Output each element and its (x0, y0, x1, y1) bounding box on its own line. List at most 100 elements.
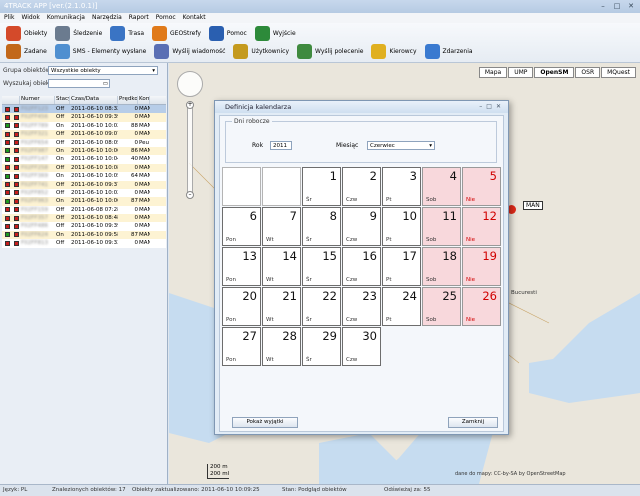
table-row[interactable]: F02FF159 Off 2011-06-08 07:28:11 0MAN (2, 205, 166, 215)
calendar-day[interactable]: 12 Nie (462, 207, 501, 246)
maximize-icon[interactable]: □ (611, 1, 623, 11)
toolbar-button[interactable]: Wyślij polecenie (293, 42, 367, 60)
table-row[interactable]: F02FF321 Off 2011-06-10 09:07:03 0MAN (2, 130, 166, 139)
table-row[interactable]: F02FF813 Off 2011-06-10 09:33:33 0MAN (2, 239, 166, 248)
minimize-icon[interactable]: – (597, 1, 609, 11)
calendar-day[interactable]: 1 Śr (302, 167, 341, 206)
group-select[interactable]: Wszystkie obiekty ▾ (48, 66, 158, 75)
day-name: Sob (426, 237, 437, 243)
calendar-day[interactable]: 25 Sob (422, 287, 461, 326)
table-row[interactable]: F02FF789 On 2011-06-10 10:02:21 88MAN (2, 121, 166, 131)
table-row[interactable]: F02FF963 On 2011-06-10 10:06:57 87MAN (2, 197, 166, 206)
calendar-day[interactable]: 4 Sob (422, 167, 461, 206)
map-tab[interactable]: UMP (508, 67, 534, 78)
map-tab[interactable]: OpenSM (534, 67, 575, 78)
calendar-day[interactable]: 22 Śr (302, 287, 341, 326)
toolbar-button[interactable]: Kierowcy (367, 42, 420, 60)
close-button[interactable]: Zamknij (448, 417, 498, 428)
show-exceptions-button[interactable]: Pokaż wyjątki (232, 417, 298, 428)
table-row[interactable]: F02FF369 On 2011-06-10 10:05:15 64MAN (2, 172, 166, 181)
calendar-day[interactable]: 14 Wt (262, 247, 301, 286)
map-tab[interactable]: OSR (575, 67, 601, 78)
dialog-controls[interactable]: –□✕ (479, 103, 505, 110)
calendar-day[interactable]: 5 Nie (462, 167, 501, 206)
table-row[interactable]: F02FF123 Off 2011-06-10 08:32:59 0MAN (2, 105, 166, 114)
zoom-slider[interactable] (187, 103, 193, 195)
group-label: Grupa obiektów (3, 67, 51, 74)
menu-item[interactable]: Raport (129, 14, 149, 22)
map-nav-control[interactable]: + – (177, 71, 203, 199)
column-header[interactable]: Czas/Data (70, 96, 118, 104)
calendar-day[interactable]: 24 Pt (382, 287, 421, 326)
calendar-day[interactable]: 9 Czw (342, 207, 381, 246)
menu-item[interactable]: Plik (4, 14, 14, 22)
toolbar-button[interactable]: Wyślij wiadomość (150, 42, 229, 60)
month-select[interactable]: Czerwiec ▾ (367, 141, 435, 150)
toolbar-button[interactable]: Obiekty (2, 24, 51, 42)
toolbar-button[interactable]: Trasa (106, 24, 148, 42)
table-row[interactable]: F02FF258 Off 2011-06-10 10:08:00 0MAN (2, 163, 166, 173)
close-icon[interactable]: ✕ (625, 1, 637, 11)
toolbar-button[interactable]: Użytkownicy (229, 42, 293, 60)
map-tab[interactable]: Mapa (478, 67, 508, 78)
table-cell: Off (56, 164, 65, 171)
toolbar-button[interactable]: Pomoc (205, 24, 251, 42)
status-refresh: Odświeżaj za: 55 (384, 487, 431, 493)
table-row[interactable]: F02FF456 Off 2011-06-10 09:39:51 0MAN (2, 113, 166, 122)
pan-control-icon[interactable] (177, 71, 203, 97)
menu-item[interactable]: Narzędzia (92, 14, 122, 22)
calendar-day[interactable]: 29 Śr (302, 327, 341, 366)
table-row[interactable]: F02FF357 Off 2011-06-10 08:48:44 0MAN (2, 214, 166, 223)
calendar-day[interactable]: 26 Nie (462, 287, 501, 326)
menu-item[interactable]: Widok (21, 14, 39, 22)
toolbar-button[interactable]: SMS - Elementy wysłane (51, 42, 151, 60)
column-header[interactable]: Kom (138, 96, 150, 104)
calendar-day[interactable]: 13 Pon (222, 247, 261, 286)
table-row[interactable]: F02FF987 On 2011-06-10 10:06:41 86MAN (2, 146, 166, 156)
table-row[interactable]: F02FF654 Off 2011-06-10 08:05:53 0Peu (2, 138, 166, 147)
calendar-day[interactable]: 30 Czw (342, 327, 381, 366)
calendar-day[interactable]: 23 Czw (342, 287, 381, 326)
year-field[interactable]: 2011 (270, 141, 292, 150)
menu-item[interactable]: Komunikacja (47, 14, 85, 22)
zoom-in-icon[interactable]: + (186, 101, 194, 109)
calendar-day[interactable]: 6 Pon (222, 207, 261, 246)
menu-item[interactable]: Kontakt (183, 14, 206, 22)
table-cell: 2011-06-10 09:39:51 (71, 114, 118, 121)
toolbar-button[interactable]: Zdarzenia (421, 42, 477, 60)
toolbar-button[interactable]: Wyjście (251, 24, 300, 42)
toolbar-button[interactable]: Śledzenie (51, 24, 106, 42)
table-row[interactable]: F02FF147 On 2011-06-10 10:04:57 40MAN (2, 155, 166, 164)
calendar-day[interactable]: 3 Pt (382, 167, 421, 206)
calendar-day[interactable]: 18 Sob (422, 247, 461, 286)
calendar-day[interactable]: 28 Wt (262, 327, 301, 366)
column-header[interactable]: Prędkość (118, 96, 138, 104)
column-header[interactable]: Stacyj (55, 96, 70, 104)
toolbar-button[interactable]: Zadane (2, 42, 51, 60)
calendar-day[interactable]: 20 Pon (222, 287, 261, 326)
calendar-day[interactable]: 2 Czw (342, 167, 381, 206)
calendar-day[interactable]: 7 Wt (262, 207, 301, 246)
map-tab[interactable]: MQuest (601, 67, 636, 78)
zoom-out-icon[interactable]: – (186, 191, 194, 199)
calendar-day[interactable]: 10 Pt (382, 207, 421, 246)
calendar-day[interactable]: 16 Czw (342, 247, 381, 286)
calendar-day[interactable]: 27 Pon (222, 327, 261, 366)
calendar-day[interactable]: 15 Śr (302, 247, 341, 286)
calendar-icon: ▭ (102, 81, 108, 87)
calendar-day[interactable]: 11 Sob (422, 207, 461, 246)
toolbar-label: Wyjście (272, 29, 296, 37)
table-row[interactable]: F02FF741 Off 2011-06-10 09:37:00 0MAN (2, 180, 166, 189)
calendar-day[interactable]: 17 Pt (382, 247, 421, 286)
day-number: 15 (322, 249, 337, 263)
search-input[interactable]: ▭ (48, 79, 110, 88)
column-header[interactable]: Numer (20, 96, 55, 104)
table-row[interactable]: F02FF624 On 2011-06-10 09:58:45 87MAN (2, 230, 166, 240)
table-row[interactable]: F02FF852 Off 2011-06-10 10:02:46 0MAN (2, 188, 166, 198)
table-row[interactable]: F02FF486 Off 2011-06-10 09:39:27 0MAN (2, 222, 166, 231)
calendar-day[interactable]: 8 Śr (302, 207, 341, 246)
toolbar-button[interactable]: GEOStrefy (148, 24, 205, 42)
calendar-day[interactable]: 19 Nie (462, 247, 501, 286)
calendar-day[interactable]: 21 Wt (262, 287, 301, 326)
menu-item[interactable]: Pomoc (156, 14, 176, 22)
